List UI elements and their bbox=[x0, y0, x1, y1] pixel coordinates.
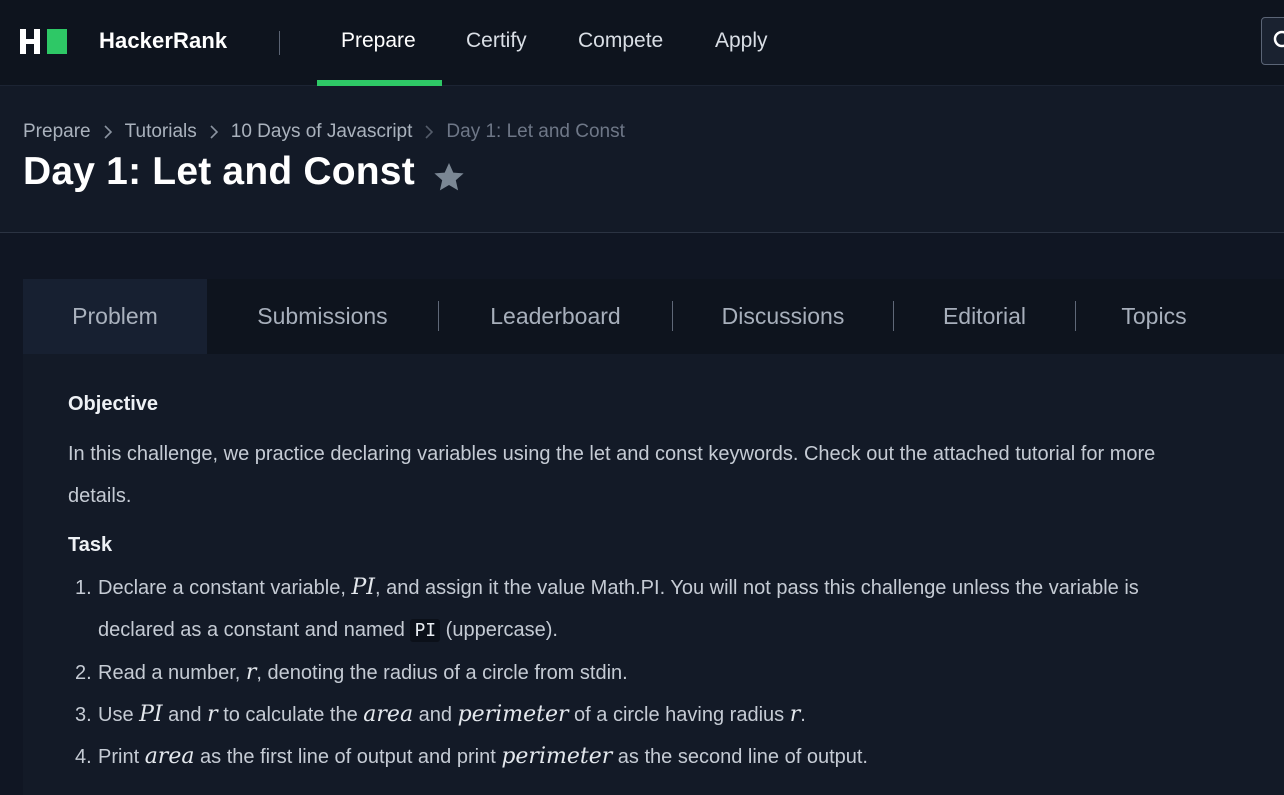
math-variable: PI bbox=[351, 575, 375, 600]
task-text-part: Read a number, bbox=[98, 662, 246, 684]
inline-code: PI bbox=[410, 619, 441, 642]
math-variable: perimeter bbox=[457, 702, 569, 727]
challenge-tabs: Problem Submissions Leaderboard Discussi… bbox=[23, 279, 1284, 354]
star-icon[interactable] bbox=[432, 161, 466, 193]
math-variable: r bbox=[207, 702, 218, 727]
breadcrumb-prepare[interactable]: Prepare bbox=[23, 121, 91, 143]
chevron-right-icon bbox=[424, 124, 434, 140]
nav-link-compete[interactable]: Compete bbox=[578, 29, 663, 53]
task-text-part: as the first line of output and print bbox=[194, 746, 502, 768]
tab-leaderboard[interactable]: Leaderboard bbox=[439, 279, 672, 354]
math-variable: area bbox=[144, 744, 195, 769]
tab-problem[interactable]: Problem bbox=[23, 279, 207, 354]
nav-link-apply[interactable]: Apply bbox=[715, 29, 768, 53]
task-text-part: as the second line of output. bbox=[612, 746, 868, 768]
tab-editorial[interactable]: Editorial bbox=[894, 279, 1075, 354]
math-variable: perimeter bbox=[501, 744, 613, 769]
task-text: declared as a constant and named PI (upp… bbox=[98, 609, 558, 652]
task-number: 1. bbox=[75, 577, 92, 599]
task-number: 3. bbox=[75, 704, 92, 726]
search-icon bbox=[1273, 30, 1284, 48]
search-button[interactable] bbox=[1261, 17, 1284, 65]
task-text-part: of a circle having radius bbox=[568, 704, 790, 726]
tab-discussions[interactable]: Discussions bbox=[673, 279, 893, 354]
task-text-part: . bbox=[800, 704, 806, 726]
page-title: Day 1: Let and Const bbox=[23, 150, 415, 193]
math-variable: r bbox=[245, 660, 257, 685]
task-text-part: declared as a constant and named bbox=[98, 619, 411, 641]
task-number: 4. bbox=[75, 746, 92, 768]
task-text-part: Print bbox=[98, 746, 145, 768]
nav-link-prepare[interactable]: Prepare bbox=[341, 29, 416, 53]
objective-heading: Objective bbox=[68, 393, 159, 415]
tab-submissions[interactable]: Submissions bbox=[207, 279, 438, 354]
math-variable: PI bbox=[139, 702, 163, 727]
objective-text-line1: In this challenge, we practice declaring… bbox=[68, 443, 1156, 465]
top-navbar: HackerRank Prepare Certify Compete Apply bbox=[0, 0, 1284, 86]
task-text-part: (uppercase). bbox=[440, 619, 558, 641]
breadcrumb-10-days-js[interactable]: 10 Days of Javascript bbox=[231, 121, 413, 143]
breadcrumb: Prepare Tutorials 10 Days of Javascript … bbox=[23, 121, 625, 143]
hackerrank-logo-icon[interactable] bbox=[20, 29, 68, 54]
task-text: Declare a constant variable, PI, and ass… bbox=[98, 567, 1139, 609]
task-text: Read a number, r, denoting the radius of… bbox=[98, 652, 628, 694]
objective-text-line2: details. bbox=[68, 485, 132, 507]
challenge-header: Prepare Tutorials 10 Days of Javascript … bbox=[0, 86, 1284, 233]
breadcrumb-current: Day 1: Let and Const bbox=[446, 121, 625, 142]
math-variable: r bbox=[789, 702, 801, 727]
math-variable: area bbox=[363, 702, 414, 727]
task-text: Use PI and r to calculate the area and p… bbox=[98, 694, 806, 736]
task-text-part: Use bbox=[98, 704, 140, 726]
nav-link-certify[interactable]: Certify bbox=[466, 29, 527, 53]
brand-name[interactable]: HackerRank bbox=[99, 28, 227, 54]
task-text-part: , and assign it the value Math.PI. You w… bbox=[374, 577, 1139, 599]
nav-divider bbox=[279, 31, 280, 55]
task-text-part: and bbox=[162, 704, 208, 726]
task-text-part: and bbox=[413, 704, 458, 726]
chevron-right-icon bbox=[103, 124, 113, 140]
task-text-part: , denoting the radius of a circle from s… bbox=[256, 662, 628, 684]
task-number: 2. bbox=[75, 662, 92, 684]
task-text: Print area as the first line of output a… bbox=[98, 736, 868, 778]
task-text-part: Declare a constant variable, bbox=[98, 577, 352, 599]
task-heading: Task bbox=[68, 534, 113, 556]
task-text-part: to calculate the bbox=[217, 704, 364, 726]
chevron-right-icon bbox=[209, 124, 219, 140]
breadcrumb-tutorials[interactable]: Tutorials bbox=[125, 121, 197, 143]
tab-topics[interactable]: Topics bbox=[1076, 279, 1232, 354]
